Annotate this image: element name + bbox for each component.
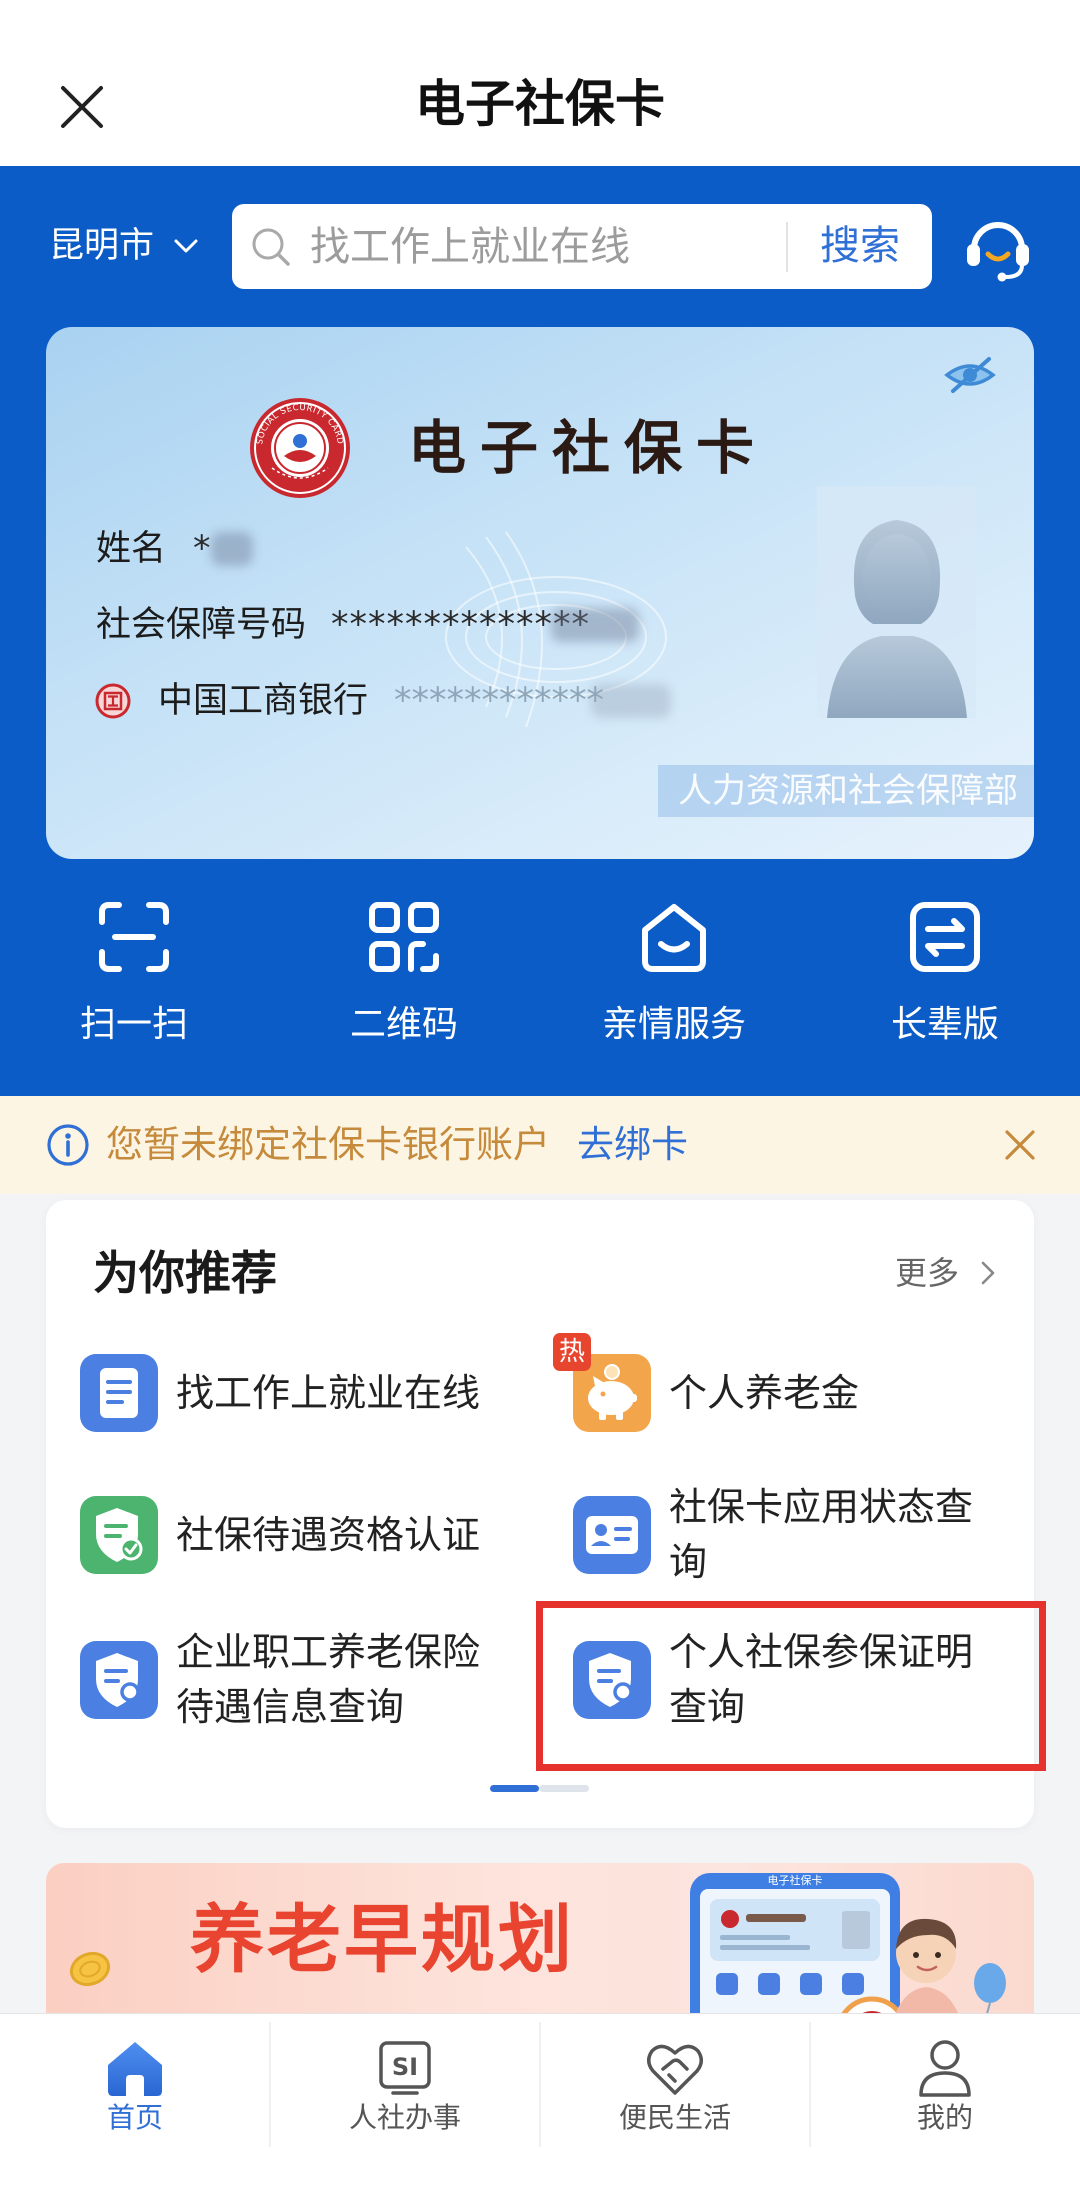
quick-action-label: 二维码	[349, 1004, 458, 1045]
qr-code-icon	[367, 900, 441, 974]
chevron-down-icon[interactable]	[173, 238, 199, 256]
family-service-icon	[637, 900, 711, 974]
customer-service-icon	[967, 222, 1029, 282]
nav-home[interactable]: 首页	[0, 2014, 270, 2164]
recommend-item-label: 企业职工养老保险待遇信息查询	[176, 1630, 481, 1729]
quick-action-family-service[interactable]: 亲情服务	[544, 900, 804, 1050]
quick-action-label: 扫一扫	[79, 1004, 188, 1045]
id-card-icon	[573, 1496, 651, 1574]
chevron-right-icon	[981, 1261, 995, 1285]
eye-hidden-icon	[944, 357, 996, 393]
info-icon	[46, 1123, 90, 1167]
nav-label: 我的	[916, 2101, 973, 2134]
recommend-item-card-status[interactable]: 社保卡应用状态查询	[573, 1475, 1033, 1595]
bank-name: 中国工商银行	[158, 681, 369, 721]
name-value: *	[193, 529, 212, 569]
nav-divider	[809, 2022, 811, 2147]
recommend-item-benefit-qualification[interactable]: 社保待遇资格认证	[80, 1475, 540, 1595]
ssn-label: 社会保障号码	[96, 605, 307, 645]
icbc-bank-icon	[95, 683, 131, 719]
recommend-item-label: 找工作上就业在线	[176, 1370, 481, 1415]
name-label: 姓名	[96, 529, 167, 569]
recommend-item-pension-benefit-query[interactable]: 企业职工养老保险待遇信息查询	[80, 1620, 540, 1740]
quick-action-label: 亲情服务	[601, 1004, 746, 1045]
shield-check-icon	[80, 1496, 158, 1574]
nav-services[interactable]: SI 人社办事	[270, 2014, 540, 2164]
bind-card-link[interactable]: 去绑卡	[577, 1096, 688, 1194]
hero-section: 昆明市 搜索	[0, 166, 1080, 1096]
document-icon	[80, 1354, 158, 1432]
social-security-card[interactable]: SOCIAL SECURITY CARD 电子社保卡 姓名 * 社会保障号码 *…	[46, 327, 1034, 859]
city-selector[interactable]: 昆明市	[49, 222, 154, 270]
nav-life-services[interactable]: 便民生活	[540, 2014, 810, 2164]
bottom-nav: 首页 SI 人社办事 便民生活 我的	[0, 2013, 1080, 2208]
recommend-item-job-search[interactable]: 找工作上就业在线	[80, 1333, 540, 1453]
elder-mode-icon	[908, 900, 982, 974]
nav-label: 首页	[106, 2101, 163, 2134]
pager-indicator	[539, 1785, 589, 1792]
avatar-placeholder	[817, 486, 976, 718]
home-icon	[103, 2035, 167, 2099]
notice-text: 您暂未绑定社保卡银行账户	[106, 1123, 550, 1166]
quick-action-qr-code[interactable]: 二维码	[274, 900, 534, 1050]
search-button[interactable]: 搜索	[788, 204, 932, 289]
top-bar: 电子社保卡	[0, 0, 1080, 166]
nav-divider	[539, 2022, 541, 2147]
toggle-visibility-button[interactable]	[943, 355, 997, 395]
nav-divider	[269, 2022, 271, 2147]
quick-action-elder-mode[interactable]: 长辈版	[815, 900, 1075, 1050]
more-label: 更多	[895, 1254, 960, 1292]
highlight-box	[536, 1601, 1046, 1771]
notice-close-button[interactable]	[1003, 1128, 1037, 1162]
search-input[interactable]	[310, 204, 780, 289]
si-service-icon: SI	[373, 2035, 437, 2099]
user-icon	[913, 2035, 977, 2099]
scan-icon	[97, 900, 171, 974]
redaction-blur	[211, 532, 253, 566]
issuer-name: 人力资源和社会保障部	[678, 771, 1018, 811]
si-icon-text: SI	[392, 2053, 418, 2081]
redaction-blur	[591, 684, 671, 718]
pager-indicator-active	[490, 1785, 539, 1792]
shield-search-icon	[80, 1641, 158, 1719]
more-link[interactable]: 更多	[895, 1251, 1005, 1295]
redaction-blur	[551, 608, 639, 642]
bank-account: ************	[394, 681, 604, 721]
card-title: 电子社保卡	[408, 414, 769, 482]
nav-label: 便民生活	[618, 2101, 731, 2134]
quick-action-label: 长辈版	[890, 1004, 999, 1045]
hot-badge: 热	[553, 1333, 591, 1371]
page-title: 电子社保卡	[415, 75, 665, 133]
nav-profile[interactable]: 我的	[810, 2014, 1080, 2164]
recommend-item-label: 社保待遇资格认证	[176, 1512, 481, 1557]
section-title: 为你推荐	[93, 1246, 277, 1300]
recommend-item-label: 社保卡应用状态查询	[669, 1485, 974, 1584]
search-icon	[250, 226, 292, 268]
nav-label: 人社办事	[348, 2101, 461, 2134]
banner-title: 养老早规划	[190, 1897, 575, 1983]
search-bar: 搜索	[232, 204, 932, 289]
heart-hands-icon	[643, 2035, 707, 2099]
coin-icon	[68, 1950, 112, 1988]
app-screen: 电子社保卡 昆明市 搜索	[0, 0, 1080, 2208]
bank-binding-notice: 您暂未绑定社保卡银行账户 去绑卡	[0, 1096, 1080, 1194]
social-security-emblem: SOCIAL SECURITY CARD	[248, 396, 352, 500]
quick-action-scan[interactable]: 扫一扫	[4, 900, 264, 1050]
phone-title: 电子社保卡	[768, 1873, 823, 1887]
recommend-item-personal-pension[interactable]: 个人养老金	[573, 1333, 1033, 1453]
recommend-item-label: 个人养老金	[669, 1370, 860, 1415]
customer-service-button[interactable]	[962, 211, 1034, 283]
close-icon	[1005, 1130, 1035, 1160]
